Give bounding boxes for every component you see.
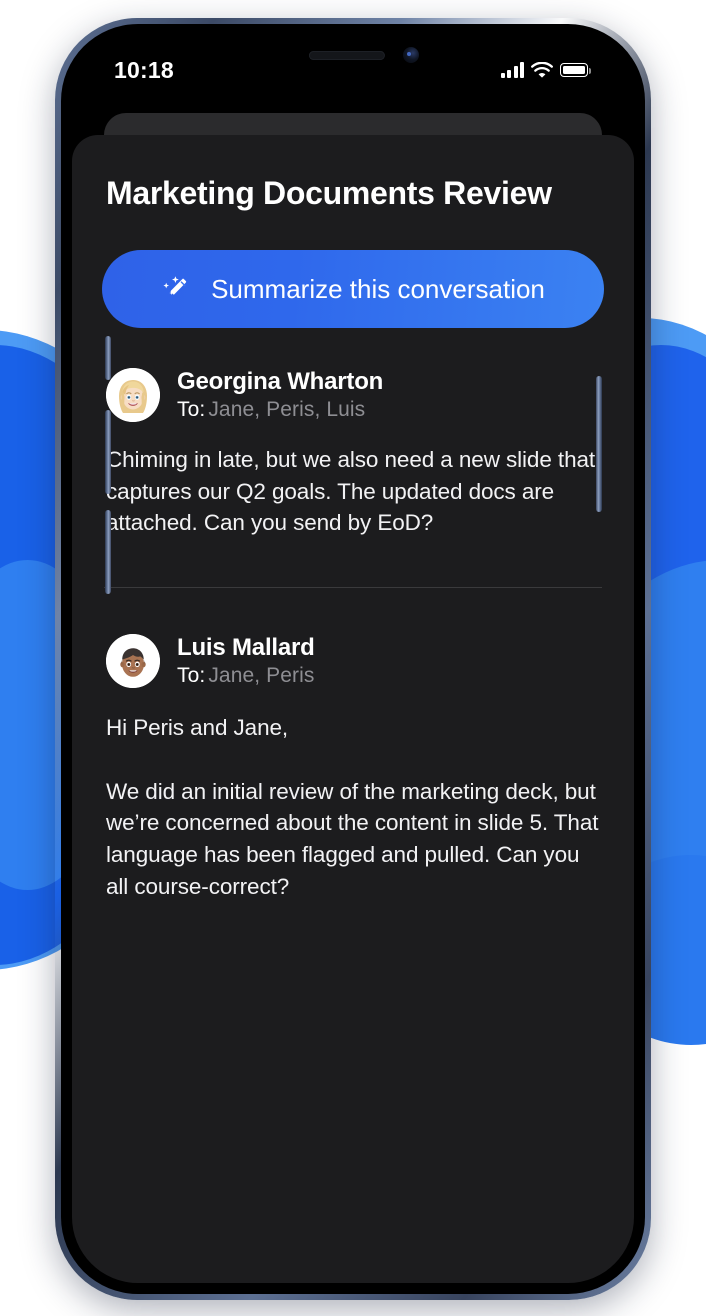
recipient-names: Jane, Peris — [208, 664, 315, 688]
memoji-avatar-blonde-woman — [106, 368, 160, 422]
to-label: To: — [177, 664, 206, 688]
silent-switch[interactable] — [105, 336, 111, 380]
volume-down-button[interactable] — [105, 510, 111, 594]
magic-wand-sparkles-icon — [161, 272, 195, 306]
memoji-avatar-man — [106, 634, 160, 689]
message-header: Georgina Wharton To: Jane, Peris, Luis — [106, 368, 600, 422]
phone-device-frame: 10:18 Marketing Documents Review Summari… — [55, 18, 651, 1300]
message-item[interactable]: Luis Mallard To: Jane, Peris Hi Peris and… — [102, 634, 604, 902]
summarize-conversation-button[interactable]: Summarize this conversation — [102, 250, 604, 328]
conversation-card: Marketing Documents Review Summarize thi… — [72, 135, 634, 1283]
screenshot-stage: 10:18 Marketing Documents Review Summari… — [0, 0, 706, 1316]
message-item[interactable]: Georgina Wharton To: Jane, Peris, Luis Ch… — [102, 368, 604, 539]
phone-bezel: 10:18 Marketing Documents Review Summari… — [61, 24, 645, 1294]
message-sender-block: Georgina Wharton To: Jane, Peris, Luis — [177, 368, 383, 422]
status-bar-indicators — [500, 54, 591, 78]
message-list: Georgina Wharton To: Jane, Peris, Luis Ch… — [102, 368, 604, 902]
signal-bars-icon — [500, 62, 524, 78]
wifi-icon — [531, 62, 553, 78]
volume-up-button[interactable] — [105, 410, 111, 494]
summarize-button-label: Summarize this conversation — [211, 273, 545, 304]
power-button[interactable] — [596, 376, 602, 512]
status-bar: 10:18 — [72, 35, 634, 97]
message-sender-block: Luis Mallard To: Jane, Peris — [177, 634, 315, 688]
battery-full-icon — [560, 63, 591, 77]
phone-screen: 10:18 Marketing Documents Review Summari… — [72, 35, 634, 1283]
recipient-names: Jane, Peris, Luis — [208, 398, 366, 421]
message-recipients: To: Jane, Peris — [177, 664, 315, 688]
to-label: To: — [177, 398, 206, 421]
message-recipients: To: Jane, Peris, Luis — [177, 398, 383, 422]
message-sender-name: Luis Mallard — [177, 634, 315, 662]
message-sender-name: Georgina Wharton — [177, 368, 384, 395]
status-bar-time: 10:18 — [114, 56, 174, 83]
message-body: Chiming in late, but we also need a new … — [106, 447, 596, 536]
message-header: Luis Mallard To: Jane, Peris — [106, 634, 600, 689]
page-title: Marketing Documents Review — [106, 175, 552, 211]
message-divider — [104, 587, 602, 589]
message-body: Hi Peris and Jane, We did an initial rev… — [106, 715, 599, 899]
